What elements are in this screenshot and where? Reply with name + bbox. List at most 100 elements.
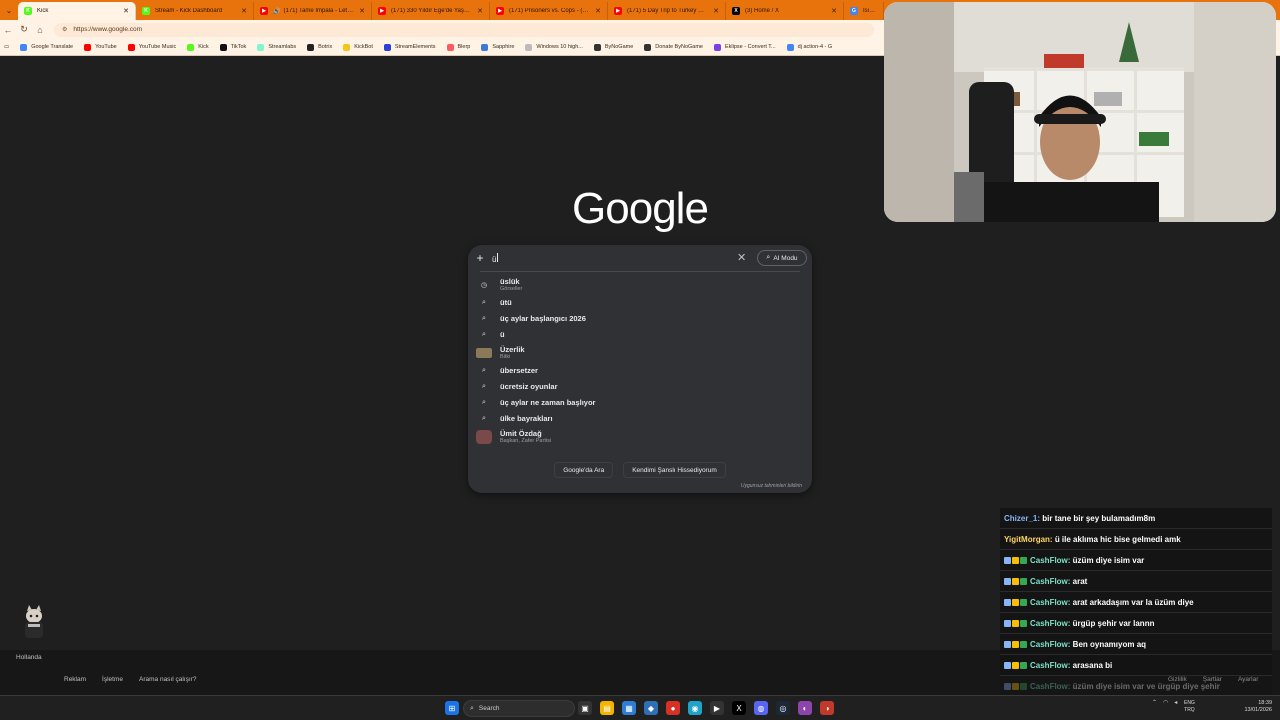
bookmark-item[interactable]: Sapphire	[481, 43, 515, 51]
bookmark-item[interactable]: Donate ByNoGame	[644, 43, 703, 51]
start-windows-icon[interactable]: ⊞	[445, 701, 459, 715]
media-icon[interactable]: ▶	[710, 701, 724, 715]
home-icon[interactable]: ⌂	[32, 22, 48, 38]
suggestion-subtext: Bitki	[500, 353, 511, 360]
edge-icon[interactable]: ◉	[688, 701, 702, 715]
crown-badge-icon	[1012, 598, 1019, 606]
task-view-icon[interactable]: ▣	[578, 701, 592, 715]
app-icon[interactable]: ◆	[644, 701, 658, 715]
store-icon[interactable]: ▦	[622, 701, 636, 715]
tray-arrow-icon[interactable]: ⌃	[1152, 699, 1157, 706]
suggestion-item[interactable]: Üzerlik Bitki	[468, 343, 812, 363]
suggestion-item[interactable]: ⌕ übersetzer	[468, 363, 812, 379]
bookmark-item[interactable]: dj action-4 - G	[786, 43, 832, 51]
suggestion-item[interactable]: ⌕ ü	[468, 327, 812, 343]
suggestion-item[interactable]: ⌕ ütü	[468, 295, 812, 311]
search-input[interactable]: ü	[492, 249, 499, 267]
crown-badge-icon	[1012, 577, 1019, 585]
footer-link[interactable]: Reklam	[64, 676, 86, 683]
bookmark-item[interactable]: YouTube Music	[127, 43, 176, 51]
bookmark-label: Google Translate	[31, 44, 74, 50]
feeling-lucky-button[interactable]: Kendimi Şanslı Hissediyorum	[623, 462, 726, 478]
taskbar-search[interactable]: ⌕ Search	[463, 700, 575, 717]
site-info-icon[interactable]: ⚙	[62, 26, 67, 33]
bookmark-item[interactable]: KickBot	[343, 43, 373, 51]
sub-badge-icon	[1020, 598, 1027, 606]
tab-audio-icon[interactable]: 🔊	[273, 8, 280, 15]
suggestion-item[interactable]: ⌕ ücretsiz oyunlar	[468, 379, 812, 395]
report-predictions-link[interactable]: Uygunsuz tahminleri bildirin	[741, 483, 802, 489]
search-icon: ⌕	[482, 299, 486, 306]
bookmark-item[interactable]: Kick	[187, 43, 209, 51]
suggestion-item[interactable]: ⌕ üç aylar ne zaman başlıyor	[468, 395, 812, 411]
suggestion-item[interactable]: ◷ üslük Görseller	[468, 275, 812, 295]
bookmark-item[interactable]: StreamElements	[383, 43, 436, 51]
chat-username: CashFlow	[1030, 576, 1068, 586]
tab-close-icon[interactable]: ✕	[831, 7, 837, 15]
ai-mode-button[interactable]: ⌕ AI Modu	[757, 250, 807, 266]
bookmarks-apps-icon[interactable]: ▭	[4, 44, 9, 50]
browser-tab[interactable]: K Kick ✕	[18, 2, 136, 20]
tab-search-chevron-icon[interactable]: ⌄	[0, 0, 18, 20]
suggestion-item[interactable]: ⌕ üç aylar başlangıcı 2026	[468, 311, 812, 327]
bookmark-label: Kick	[198, 44, 209, 50]
tab-close-icon[interactable]: ✕	[713, 7, 719, 15]
browser-tab[interactable]: ▶ 🔊(171) Tame Impala - Let It Hap ✕	[254, 2, 372, 20]
bookmark-label: Sapphire	[492, 44, 515, 50]
bookmark-item[interactable]: Streamlabs	[257, 43, 297, 51]
bookmark-item[interactable]: Windows 10 high...	[525, 43, 583, 51]
tab-close-icon[interactable]: ✕	[123, 7, 129, 15]
file-explorer-icon[interactable]: ▤	[600, 701, 614, 715]
bookmark-item[interactable]: TikTok	[219, 43, 246, 51]
footer-link[interactable]: Arama nasıl çalışır?	[139, 676, 196, 683]
suggestion-item[interactable]: Ümit Özdağ Başkan, Zafer Partisi	[468, 427, 812, 447]
tab-close-icon[interactable]: ✕	[595, 7, 601, 15]
address-bar[interactable]: ⚙ https://www.google.com	[54, 22, 874, 37]
bookmark-item[interactable]: Google Translate	[20, 43, 74, 51]
taskbar-search-icon: ⌕	[470, 704, 474, 712]
bookmark-item[interactable]: ByNoGame	[593, 43, 633, 51]
network-icon[interactable]: ◠	[1163, 699, 1168, 706]
discord-icon[interactable]: ◍	[754, 701, 768, 715]
chrome-canary-icon[interactable]: ●	[666, 701, 680, 715]
language-indicator[interactable]: ENG TRQ	[1184, 700, 1195, 714]
tab-title: (171) 5 Day Trip to Turkey on Turk	[627, 8, 707, 14]
suggestion-avatar	[476, 430, 492, 444]
search-buttons: Google'da Ara Kendimi Şanslı Hissediyoru…	[468, 462, 812, 478]
browser-tab[interactable]: G İsim B	[844, 2, 884, 20]
volume-icon[interactable]: ◂	[1174, 699, 1177, 706]
chat-badges	[1004, 598, 1028, 606]
browser-tab[interactable]: K Stream - Kick Dashboard ✕	[136, 2, 254, 20]
browser-tab[interactable]: ▶ (171) Prisoners vs. Cops - (Who's ✕	[490, 2, 608, 20]
bookmark-item[interactable]: Blerp	[446, 43, 470, 51]
tab-close-icon[interactable]: ✕	[241, 7, 247, 15]
browser-tab[interactable]: ▶ (171) 5 Day Trip to Turkey on Turk ✕	[608, 2, 726, 20]
footer-country: Hollanda	[16, 654, 42, 661]
browser-tab[interactable]: ▶ (171) 330 Yıldır Ege'de Yaşayan A ✕	[372, 2, 490, 20]
bookmark-item[interactable]: YouTube	[84, 43, 117, 51]
bookmark-favicon-icon	[644, 43, 652, 51]
google-search-button[interactable]: Google'da Ara	[554, 462, 614, 478]
bookmark-label: Streamlabs	[268, 44, 297, 50]
clock-date: 13/01/2026	[1244, 707, 1272, 713]
bookmark-item[interactable]: Botrix	[307, 43, 332, 51]
taskbar-clock[interactable]: 18:39 13/01/2026	[1232, 700, 1272, 714]
recording-app-icon[interactable]: ◑	[820, 701, 834, 715]
streaming-app-icon[interactable]: ◐	[798, 701, 812, 715]
suggestion-item[interactable]: ⌕ ülke bayrakları	[468, 411, 812, 427]
tab-favicon-icon: K	[142, 7, 150, 15]
chat-badges	[1004, 682, 1028, 690]
footer-link[interactable]: İşletme	[102, 676, 123, 683]
reload-icon[interactable]: ↻	[16, 22, 32, 38]
clear-search-icon[interactable]: ✕	[737, 251, 746, 264]
x-app-icon[interactable]: X	[732, 701, 746, 715]
crown-badge-icon	[1012, 640, 1019, 648]
steam-icon[interactable]: ◎	[776, 701, 790, 715]
bookmark-favicon-icon	[786, 43, 794, 51]
tab-close-icon[interactable]: ✕	[359, 7, 365, 15]
plus-icon[interactable]: +	[468, 251, 492, 265]
browser-tab[interactable]: X (3) Home / X ✕	[726, 2, 844, 20]
bookmark-item[interactable]: Eklipse - Convert T...	[714, 43, 776, 51]
back-arrow-icon[interactable]: ←	[0, 22, 16, 38]
tab-close-icon[interactable]: ✕	[477, 7, 483, 15]
